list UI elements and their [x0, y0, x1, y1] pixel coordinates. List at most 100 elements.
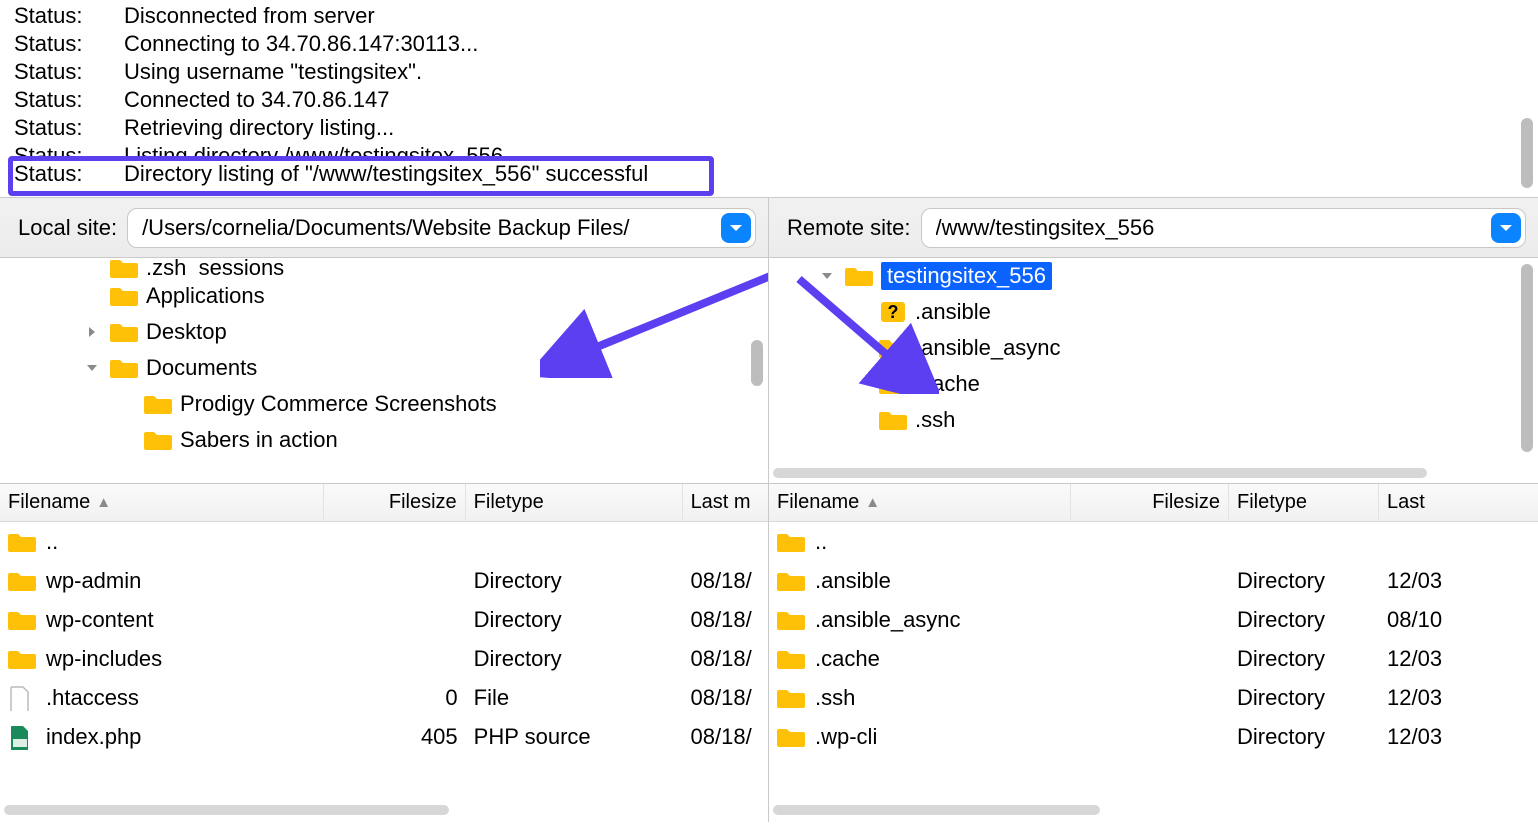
- chevron-down-icon: [729, 223, 743, 233]
- file-modified: 08/18/: [683, 568, 768, 594]
- disclosure-chevron-icon[interactable]: [815, 270, 839, 282]
- folder-icon: [8, 530, 36, 554]
- tree-item-label: .ansible: [915, 299, 991, 325]
- tree-item[interactable]: Sabers in action: [0, 422, 768, 458]
- folder-icon: [110, 284, 140, 308]
- log-scrollbar-vertical[interactable]: [1518, 2, 1536, 195]
- folder-icon: [845, 264, 875, 288]
- column-header-filesize[interactable]: Filesize: [1071, 484, 1229, 521]
- folder-icon: [144, 428, 174, 452]
- remote-tree-scrollbar-horizontal[interactable]: [773, 465, 1516, 481]
- file-list-row[interactable]: wp-includesDirectory08/18/: [0, 639, 768, 678]
- file-modified: 12/03: [1379, 685, 1459, 711]
- local-site-label: Local site:: [18, 215, 117, 241]
- file-name: .ansible_async: [815, 607, 961, 633]
- column-header-filetype[interactable]: Filetype: [466, 484, 683, 521]
- folder-icon: [110, 320, 140, 344]
- tree-item-label: Desktop: [146, 319, 227, 345]
- file-type: File: [466, 685, 683, 711]
- svg-text:?: ?: [888, 302, 899, 322]
- local-file-list[interactable]: Filename▲ Filesize Filetype Last m ..wp-…: [0, 484, 769, 822]
- remote-list-header: Filename▲ Filesize Filetype Last: [769, 484, 1538, 522]
- scrollbar-thumb[interactable]: [773, 805, 1100, 815]
- folder-icon: [879, 372, 909, 396]
- tree-item[interactable]: ? .ansible: [769, 294, 1538, 330]
- local-site-path-input[interactable]: [142, 215, 721, 241]
- column-header-filetype[interactable]: Filetype: [1229, 484, 1379, 521]
- tree-item[interactable]: .cache: [769, 366, 1538, 402]
- scrollbar-thumb[interactable]: [773, 468, 1427, 478]
- local-site-bar: Local site:: [0, 198, 769, 258]
- chevron-down-icon: [1499, 223, 1513, 233]
- disclosure-chevron-icon[interactable]: [80, 326, 104, 338]
- file-list-row[interactable]: .wp-cliDirectory12/03: [769, 717, 1538, 756]
- tree-item[interactable]: Documents: [0, 350, 768, 386]
- local-tree-scrollbar-vertical[interactable]: [748, 260, 766, 463]
- tree-item[interactable]: .ssh: [769, 402, 1538, 438]
- scrollbar-thumb[interactable]: [4, 805, 449, 815]
- column-header-lastmod[interactable]: Last m: [683, 484, 768, 521]
- folder-icon: [879, 336, 909, 360]
- local-list-scrollbar-horizontal[interactable]: [4, 802, 746, 818]
- local-site-combo[interactable]: [127, 208, 756, 248]
- tree-item[interactable]: Applications: [0, 278, 768, 314]
- local-site-dropdown-button[interactable]: [721, 213, 751, 243]
- tree-item[interactable]: Desktop: [0, 314, 768, 350]
- tree-item-label: .ansible_async: [915, 335, 1061, 361]
- local-directory-tree[interactable]: .zsh_sessionsApplications Desktop Document…: [0, 258, 769, 484]
- tree-item-label: .cache: [915, 371, 980, 397]
- folder-icon: [777, 725, 805, 749]
- file-list-row[interactable]: .ansible_asyncDirectory08/10: [769, 600, 1538, 639]
- file-list-row[interactable]: .cacheDirectory12/03: [769, 639, 1538, 678]
- tree-item[interactable]: Prodigy Commerce Screenshots: [0, 386, 768, 422]
- tree-item-label: .ssh: [915, 407, 955, 433]
- column-header-filename[interactable]: Filename▲: [769, 484, 1071, 521]
- remote-site-combo[interactable]: [921, 208, 1527, 248]
- scrollbar-thumb[interactable]: [751, 340, 763, 386]
- file-name: .ssh: [815, 685, 855, 711]
- file-type: Directory: [1229, 568, 1379, 594]
- file-type: PHP source: [466, 724, 683, 750]
- file-name: ..: [815, 529, 827, 555]
- disclosure-chevron-icon[interactable]: [80, 362, 104, 374]
- file-modified: 12/03: [1379, 568, 1459, 594]
- file-type: Directory: [1229, 724, 1379, 750]
- remote-site-dropdown-button[interactable]: [1491, 213, 1521, 243]
- tree-item[interactable]: testingsitex_556: [769, 258, 1538, 294]
- remote-site-bar: Remote site:: [769, 198, 1538, 258]
- file-list-row[interactable]: ..: [769, 522, 1538, 561]
- remote-site-path-input[interactable]: [936, 215, 1492, 241]
- file-list-row[interactable]: wp-admin Directory08/18/: [0, 561, 768, 600]
- file-list-row[interactable]: .ansibleDirectory12/03: [769, 561, 1538, 600]
- file-type: Directory: [466, 646, 683, 672]
- file-list-row[interactable]: .sshDirectory12/03: [769, 678, 1538, 717]
- sort-ascending-icon: ▲: [96, 494, 111, 511]
- file-type: Directory: [466, 607, 683, 633]
- column-header-lastmod[interactable]: Last: [1379, 484, 1459, 521]
- remote-directory-tree[interactable]: testingsitex_556? .ansible .ansible_async.…: [769, 258, 1538, 484]
- tree-item-label: Prodigy Commerce Screenshots: [180, 391, 497, 417]
- scrollbar-thumb[interactable]: [1521, 264, 1533, 452]
- file-modified: 08/18/: [683, 607, 768, 633]
- remote-list-scrollbar-horizontal[interactable]: [773, 802, 1516, 818]
- folder-icon: [777, 647, 805, 671]
- file-list-row[interactable]: wp-contentDirectory08/18/: [0, 600, 768, 639]
- remote-file-list[interactable]: Filename▲ Filesize Filetype Last .. .ansi…: [769, 484, 1538, 822]
- log-line: Status:Listing directory /www/testingsit…: [0, 142, 1538, 160]
- remote-tree-scrollbar-vertical[interactable]: [1518, 260, 1536, 463]
- column-header-filename[interactable]: Filename▲: [0, 484, 324, 521]
- file-list-row[interactable]: ..: [0, 522, 768, 561]
- scrollbar-thumb[interactable]: [1521, 118, 1533, 188]
- folder-icon: [777, 569, 805, 593]
- file-list-row[interactable]: index.php405PHP source08/18/: [0, 717, 768, 756]
- file-name: wp-admin: [46, 568, 141, 594]
- tree-item-label: Documents: [146, 355, 257, 381]
- file-list-row[interactable]: .htaccess0File08/18/: [0, 678, 768, 717]
- status-log-lines: Status:Disconnected from server Status:C…: [0, 0, 1538, 188]
- tree-item[interactable]: .ansible_async: [769, 330, 1538, 366]
- column-header-filesize[interactable]: Filesize: [324, 484, 466, 521]
- tree-item[interactable]: .zsh_sessions: [0, 258, 768, 278]
- file-modified: 12/03: [1379, 646, 1459, 672]
- file-modified: 08/10: [1379, 607, 1459, 633]
- file-type: Directory: [466, 568, 683, 594]
